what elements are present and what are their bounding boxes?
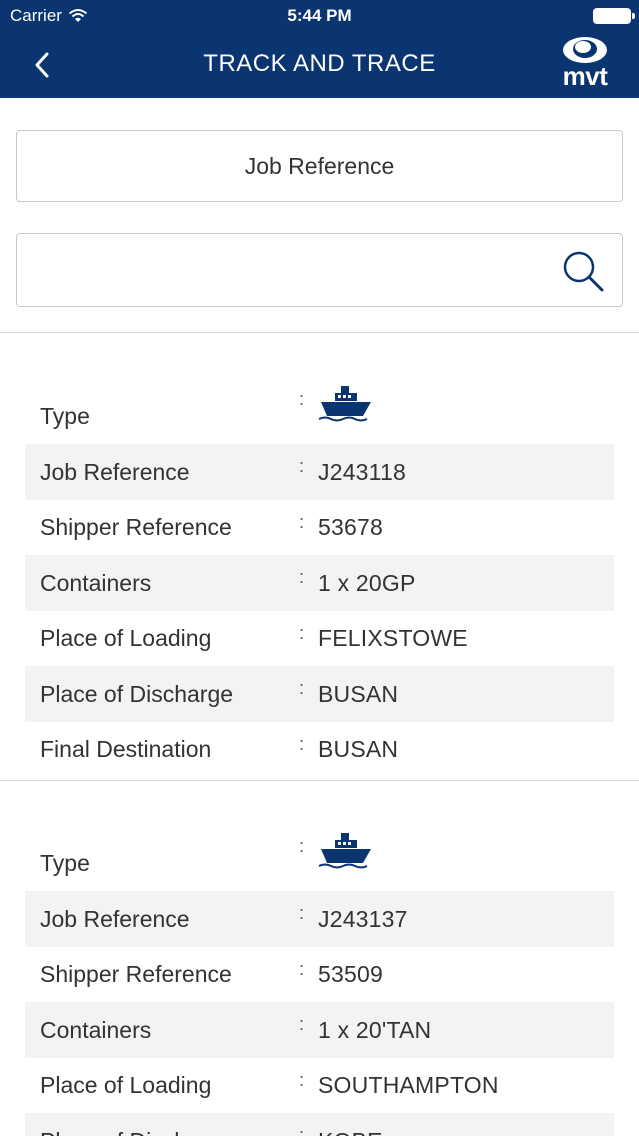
- clock: 5:44 PM: [287, 6, 352, 25]
- ship-icon: [318, 833, 371, 869]
- field-label: Place of Loading: [40, 625, 212, 651]
- search-icon[interactable]: [560, 248, 606, 294]
- separator: :: [299, 733, 305, 754]
- separator: :: [299, 903, 305, 923]
- job-type-row: Type :: [25, 804, 614, 891]
- field-label: Job Reference: [40, 905, 190, 932]
- field-label: Shipper Reference: [40, 961, 232, 987]
- field-value: J243118: [318, 458, 406, 485]
- search-type-label: Job Reference: [244, 152, 395, 179]
- separator: :: [299, 958, 305, 979]
- field-label: Place of Discharge: [40, 680, 234, 707]
- field-label: Shipper Reference: [40, 514, 232, 540]
- field-value: BUSAN: [318, 680, 399, 707]
- job-type-row: Type :: [25, 357, 614, 444]
- field-value: 53509: [318, 961, 383, 987]
- mvt-logo: mvt: [553, 36, 617, 92]
- divider: [0, 332, 639, 333]
- table-row: Job Reference : J243137: [25, 891, 614, 947]
- separator: :: [299, 836, 305, 856]
- divider: [0, 780, 639, 781]
- separator: :: [299, 456, 305, 476]
- field-label: Place of Discharge: [40, 1128, 233, 1136]
- field-label: Type: [40, 850, 90, 876]
- job-card[interactable]: Type : Job Reference : J243137 Shipper R…: [25, 804, 614, 1136]
- field-value: 1 x 20GP: [318, 569, 416, 596]
- field-label: Containers: [40, 1016, 152, 1043]
- job-card[interactable]: Type : Job Reference : J243118 Shipper R…: [25, 357, 614, 777]
- field-value: 1 x 20'TAN: [318, 1016, 432, 1043]
- table-row: Job Reference : J243118: [25, 444, 614, 500]
- field-label: Place of Loading: [40, 1072, 212, 1098]
- separator: :: [299, 1069, 305, 1090]
- field-value: SOUTHAMPTON: [318, 1072, 499, 1098]
- field-value: J243137: [318, 905, 408, 932]
- search-box: [16, 233, 623, 307]
- table-row: Place of Discharge : KOBE: [25, 1113, 614, 1136]
- table-row: Containers : 1 x 20'TAN: [25, 1002, 614, 1058]
- search-input[interactable]: [31, 248, 551, 292]
- table-row: Place of Discharge : BUSAN: [25, 666, 614, 722]
- field-value: FELIXSTOWE: [318, 625, 468, 651]
- table-row: Place of Loading : FELIXSTOWE: [25, 611, 614, 667]
- page-title: TRACK AND TRACE: [203, 50, 436, 77]
- battery-icon: [593, 8, 635, 24]
- field-value: BUSAN: [318, 736, 399, 762]
- separator: :: [299, 389, 305, 409]
- separator: :: [299, 567, 305, 587]
- field-label: Containers: [40, 569, 152, 596]
- separator: :: [299, 1014, 305, 1034]
- table-row: Final Destination : BUSAN: [25, 722, 614, 778]
- separator: :: [299, 511, 305, 532]
- field-value: 53678: [318, 514, 383, 540]
- separator: :: [299, 678, 305, 698]
- separator: :: [299, 1125, 305, 1136]
- ship-icon: [318, 386, 371, 422]
- table-row: Containers : 1 x 20GP: [25, 555, 614, 611]
- field-label: Final Destination: [40, 736, 212, 762]
- search-type-selector[interactable]: Job Reference: [16, 130, 623, 202]
- table-row: Shipper Reference : 53678: [25, 500, 614, 556]
- table-row: Shipper Reference : 53509: [25, 947, 614, 1003]
- separator: :: [299, 622, 305, 643]
- field-value: KOBE: [318, 1128, 383, 1136]
- field-label: Job Reference: [40, 458, 190, 485]
- logo-text: mvt: [562, 61, 608, 91]
- field-label: Type: [40, 403, 90, 429]
- table-row: Place of Loading : SOUTHAMPTON: [25, 1058, 614, 1114]
- status-bar: Carrier 5:44 PM: [0, 0, 639, 32]
- nav-bar: TRACK AND TRACE mvt: [0, 32, 639, 98]
- header: Carrier 5:44 PM TRACK AND TRACE mvt: [0, 0, 639, 98]
